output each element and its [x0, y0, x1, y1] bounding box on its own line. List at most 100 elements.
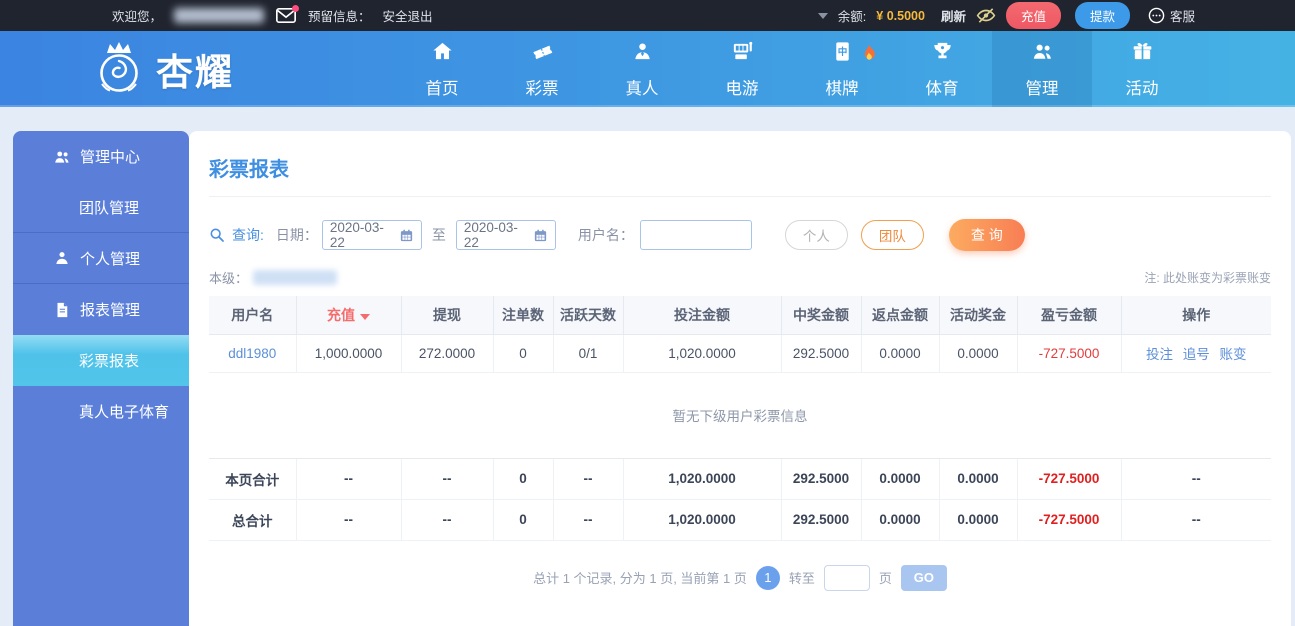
cell-bet-count: 0 — [493, 334, 554, 373]
cell-bet-amount: 1,020.0000 — [623, 334, 782, 373]
query-button[interactable]: 查 询 — [948, 219, 1025, 251]
balance-value: ¥ 0.5000 — [876, 8, 925, 23]
report-table: 用户名 充值 提现 注单数 活跃天数 投注金额 中奖金额 返点金额 活动奖金 盈… — [209, 296, 1271, 541]
col-withdraw: 提现 — [401, 296, 494, 335]
date-label: 日期： — [275, 227, 318, 243]
topbar: 欢迎您， 预留信息： 安全退出 余额: ¥ 0.5000 刷新 充值 提款 客服 — [0, 0, 1295, 31]
col-rebate-amount: 返点金额 — [861, 296, 940, 335]
user-link[interactable]: ddl1980 — [228, 346, 276, 361]
table-row: ddl1980 1,000.0000 272.0000 0 0/1 1,020.… — [209, 334, 1271, 373]
chase-link[interactable]: 追号 — [1183, 347, 1210, 362]
hot-flame-icon — [861, 44, 876, 67]
brand-name: 杏耀 — [156, 52, 234, 93]
calendar-icon — [533, 228, 548, 243]
sort-desc-icon — [360, 313, 370, 320]
crown-emblem-icon — [92, 40, 146, 98]
team-filter-button[interactable]: 团队 — [860, 220, 924, 250]
nav-item-home[interactable]: 首页 — [392, 31, 492, 107]
bet-link[interactable]: 投注 — [1146, 347, 1173, 362]
recharge-button[interactable]: 充值 — [1005, 2, 1061, 29]
main-nav: 杏耀 首页 彩票 真人 电游 中 棋牌 体育 管理 活动 — [0, 31, 1295, 107]
balance-label: 余额: — [837, 10, 867, 24]
gift-icon — [1131, 40, 1154, 68]
nav-item-sports[interactable]: 体育 — [892, 31, 992, 107]
sidebar-item-personal-manage[interactable]: 个人管理 — [13, 233, 189, 284]
nav-item-lottery[interactable]: 彩票 — [492, 31, 592, 107]
content-area: 管理中心 团队管理 个人管理 报表管理 彩票报表 真人电子体育 彩票报表 查询:… — [0, 107, 1295, 626]
page-title: 彩票报表 — [209, 153, 1271, 197]
cell-active-days: 0/1 — [553, 334, 624, 373]
sidebar: 管理中心 团队管理 个人管理 报表管理 彩票报表 真人电子体育 — [13, 131, 189, 626]
date-to-label: 至 — [431, 227, 446, 243]
logout-link[interactable]: 安全退出 — [383, 6, 433, 25]
level-label: 本级： — [209, 271, 249, 286]
col-activity-bonus: 活动奖金 — [939, 296, 1018, 335]
sidebar-item-live-esports[interactable]: 真人电子体育 — [13, 386, 189, 437]
home-icon — [431, 40, 454, 68]
balance-caret-icon[interactable] — [817, 12, 828, 19]
sidebar-item-manage-center[interactable]: 管理中心 — [13, 131, 189, 182]
live-person-icon — [631, 40, 654, 68]
search-icon — [209, 227, 225, 243]
main-panel: 彩票报表 查询: 日期： 2020-03-22 至 2020-03-22 用户名… — [189, 131, 1291, 626]
cell-recharge: 1,000.0000 — [296, 334, 402, 373]
withdraw-button[interactable]: 提款 — [1074, 2, 1130, 29]
account-change-link[interactable]: 账变 — [1220, 347, 1247, 362]
sidebar-item-team-manage[interactable]: 团队管理 — [13, 182, 189, 233]
col-active-days: 活跃天数 — [553, 296, 624, 335]
col-username: 用户名 — [209, 296, 297, 335]
col-actions: 操作 — [1121, 296, 1271, 335]
cell-win-amount: 292.5000 — [781, 334, 862, 373]
table-note: 注: 此处账变为彩票账变 — [1144, 271, 1271, 285]
sidebar-item-lottery-report[interactable]: 彩票报表 — [13, 335, 189, 386]
user-icon — [53, 249, 71, 267]
brand-logo[interactable]: 杏耀 — [92, 40, 392, 98]
username-label: 用户名： — [577, 227, 634, 243]
cell-activity-bonus: 0.0000 — [939, 334, 1018, 373]
goto-label: 转至 — [788, 571, 815, 586]
page-total-row: 本页合计 -- -- 0 -- 1,020.0000 292.5000 0.00… — [209, 458, 1271, 500]
trophy-icon — [931, 40, 954, 68]
nav-item-manage[interactable]: 管理 — [992, 31, 1092, 107]
svg-text:中: 中 — [837, 45, 847, 57]
nav-items: 首页 彩票 真人 电游 中 棋牌 体育 管理 活动 — [392, 31, 1192, 107]
date-to-input[interactable]: 2020-03-22 — [455, 220, 556, 250]
go-button[interactable]: GO — [900, 564, 947, 591]
notification-dot — [292, 5, 300, 12]
topbar-left: 欢迎您， 预留信息： 安全退出 — [0, 5, 433, 25]
message-envelope-icon[interactable] — [276, 5, 300, 23]
level-value-redacted — [253, 270, 338, 285]
nav-item-egames[interactable]: 电游 — [692, 31, 792, 107]
nav-item-promotions[interactable]: 活动 — [1092, 31, 1192, 107]
service-label: 客服 — [1169, 10, 1195, 24]
refresh-link[interactable]: 刷新 — [941, 6, 966, 25]
customer-service[interactable]: 客服 — [1148, 6, 1195, 25]
col-win-amount: 中奖金额 — [781, 296, 862, 335]
nav-item-board-games[interactable]: 中 棋牌 — [792, 31, 892, 107]
col-bet-amount: 投注金额 — [623, 296, 782, 335]
sidebar-item-report-manage[interactable]: 报表管理 — [13, 284, 189, 335]
users-icon — [53, 148, 71, 166]
eye-slash-icon[interactable] — [976, 7, 996, 24]
search-bar: 查询: 日期： 2020-03-22 至 2020-03-22 用户名： 个人 … — [209, 219, 1271, 251]
page-unit-label: 页 — [878, 571, 892, 586]
chat-bubble-icon — [1148, 7, 1165, 24]
cell-actions: 投注 追号 账变 — [1121, 334, 1271, 373]
username-input[interactable] — [639, 220, 752, 250]
page-1-button[interactable]: 1 — [755, 565, 780, 590]
nav-item-live[interactable]: 真人 — [592, 31, 692, 107]
pagination: 总计 1 个记录, 分为 1 页, 当前第 1 页 1 转至 页 GO — [209, 564, 1271, 591]
date-from-input[interactable]: 2020-03-22 — [321, 220, 422, 250]
calendar-icon — [399, 228, 414, 243]
level-row: 本级： 注: 此处账变为彩票账变 — [209, 268, 1271, 287]
col-bet-count: 注单数 — [493, 296, 554, 335]
lottery-ticket-icon — [531, 40, 554, 68]
goto-page-input[interactable] — [823, 564, 870, 591]
personal-filter-button[interactable]: 个人 — [784, 220, 848, 250]
cell-withdraw: 272.0000 — [401, 334, 494, 373]
app-window: 欢迎您， 预留信息： 安全退出 余额: ¥ 0.5000 刷新 充值 提款 客服… — [0, 0, 1295, 626]
empty-state-row: 暂无下级用户彩票信息 — [209, 372, 1271, 459]
welcome-text: 欢迎您， — [112, 10, 163, 24]
query-label: 查询: — [232, 227, 264, 243]
col-recharge-sortable[interactable]: 充值 — [296, 296, 402, 335]
